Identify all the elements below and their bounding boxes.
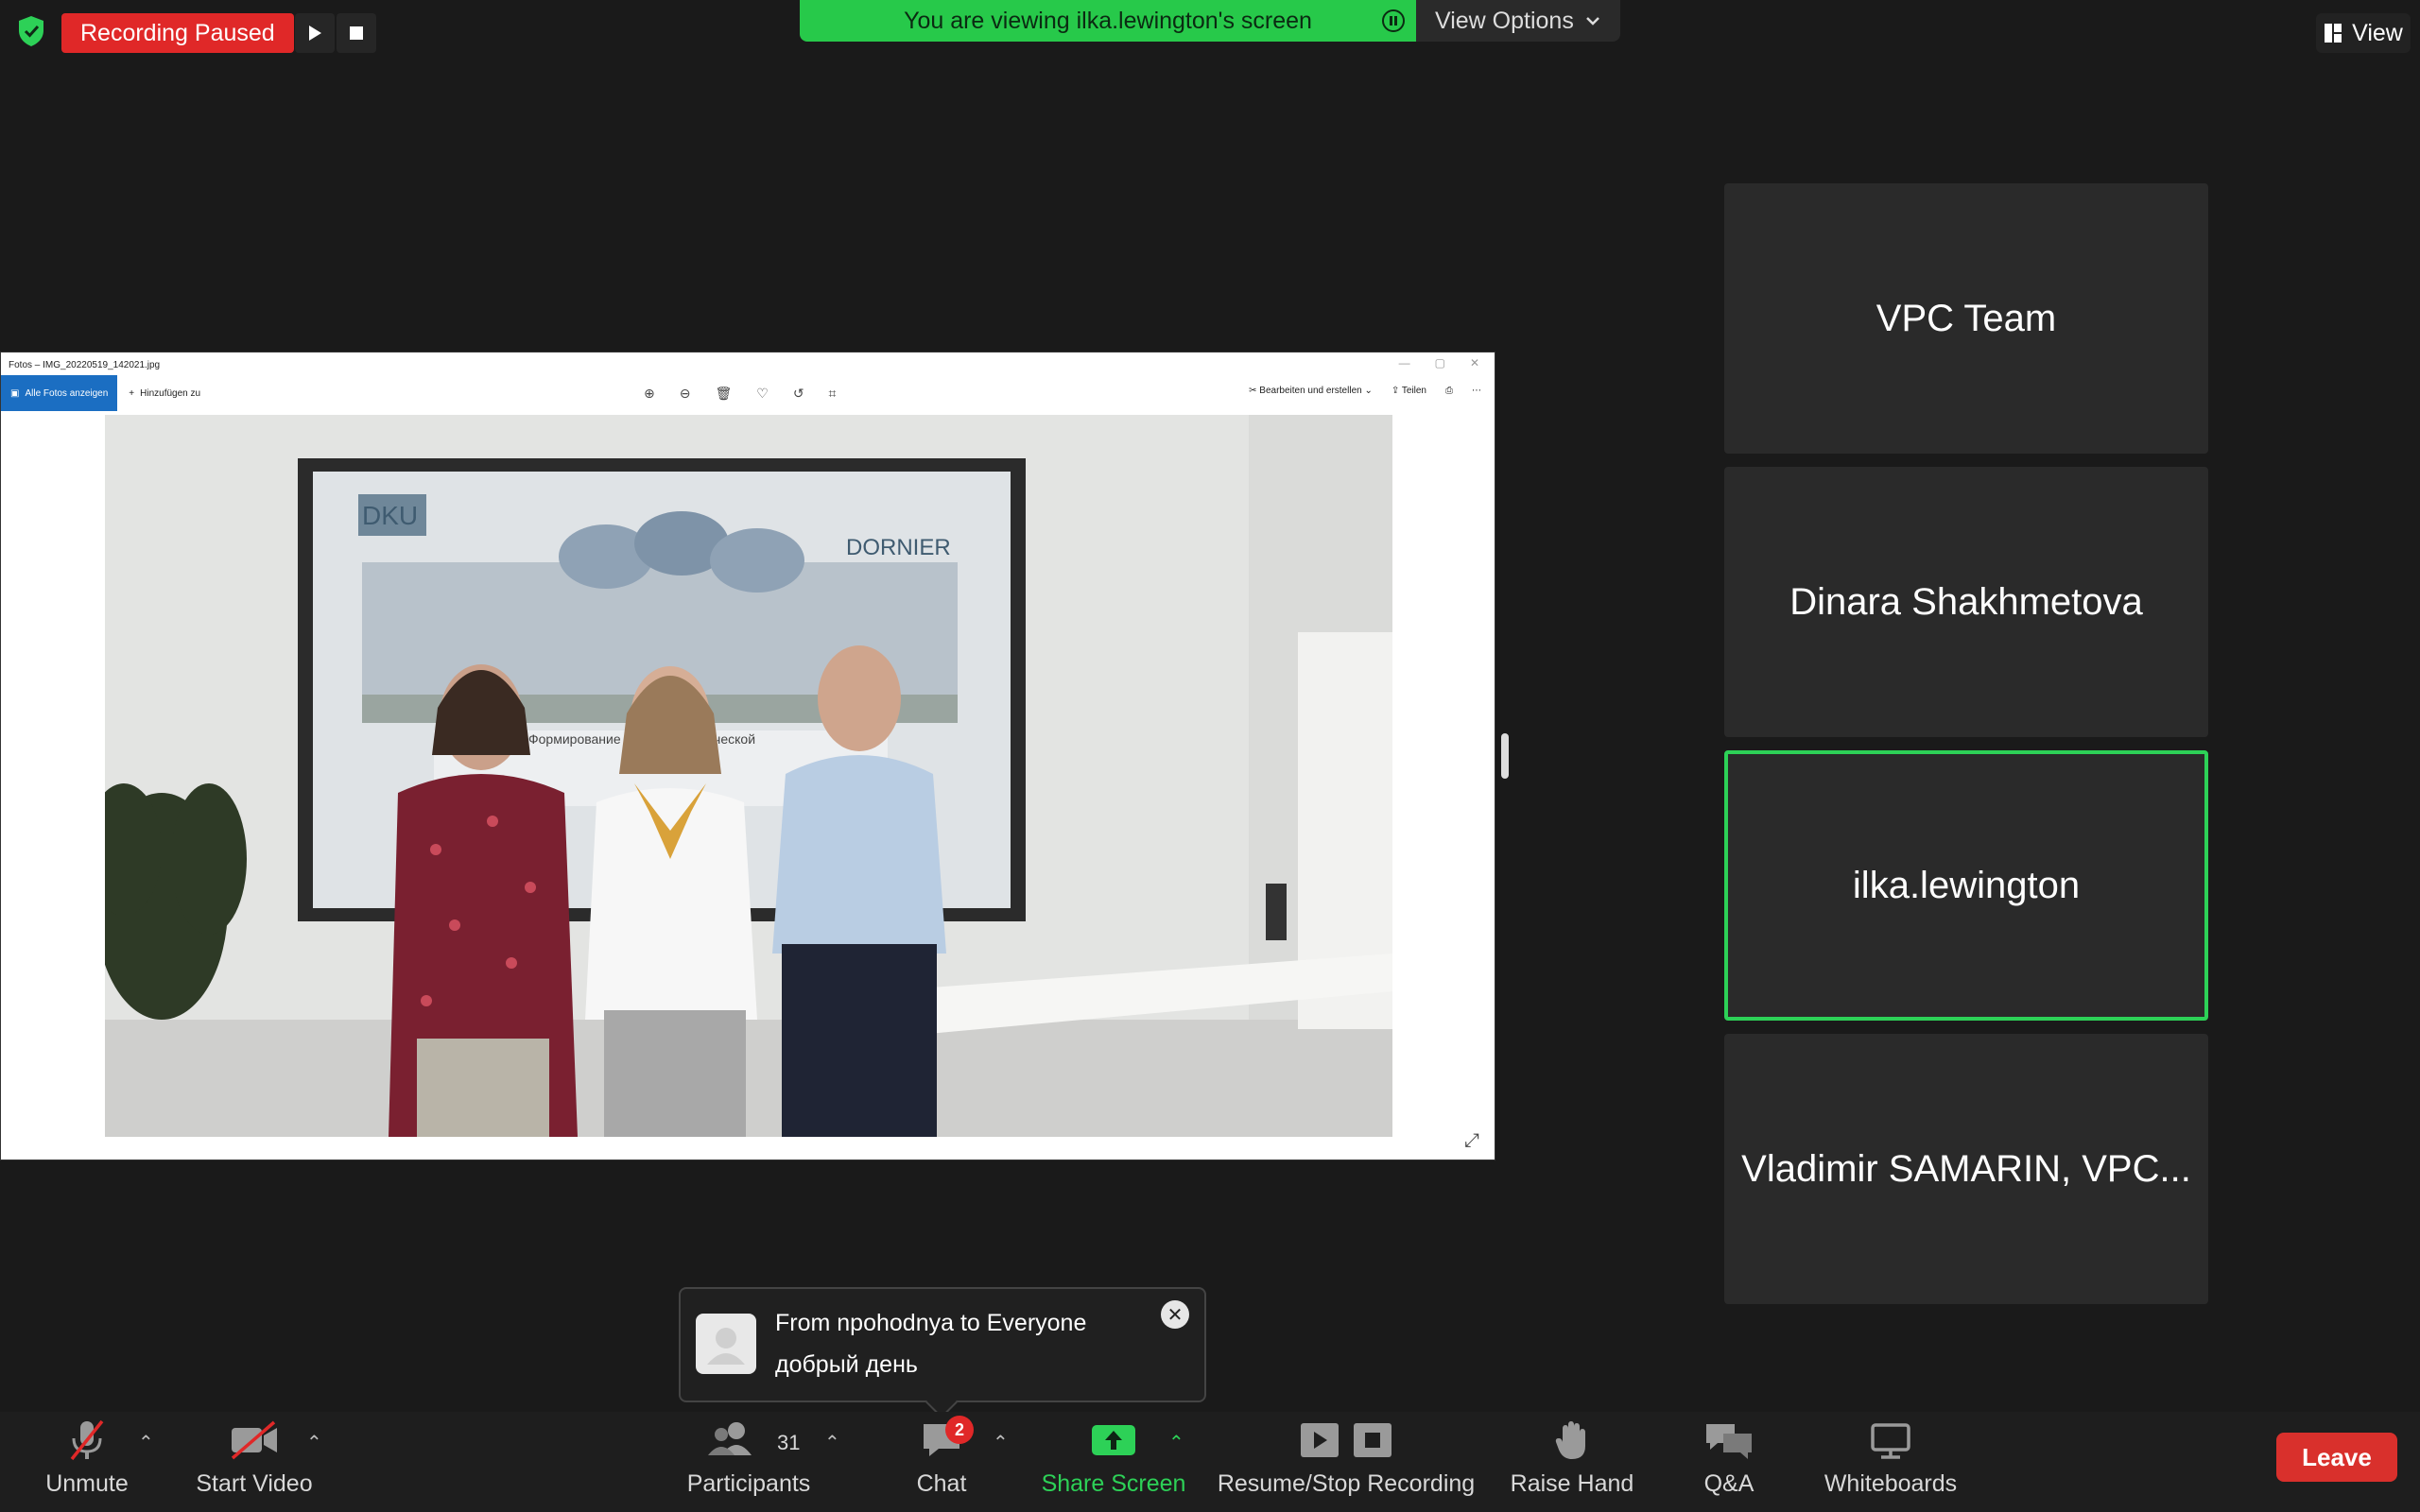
- all-photos-button[interactable]: ▣ Alle Fotos anzeigen: [1, 375, 118, 411]
- plus-icon: +: [129, 387, 135, 399]
- photos-window-titlebar: Fotos – IMG_20220519_142021.jpg — ▢ ✕: [1, 352, 1495, 375]
- photos-icon: ▣: [10, 387, 20, 399]
- close-icon[interactable]: ✕: [1161, 1300, 1189, 1329]
- stop-recording-button[interactable]: [337, 13, 376, 53]
- shared-photo: DKU DORNIER Формирование теплоэнергетиче…: [105, 415, 1392, 1137]
- chat-unread-badge: 2: [945, 1416, 974, 1444]
- crop-icon[interactable]: ⌗: [829, 386, 837, 402]
- edit-create-label: Bearbeiten und erstellen: [1259, 386, 1362, 396]
- recording-label: Resume/Stop Recording: [1217, 1470, 1476, 1497]
- expand-icon[interactable]: ⤢: [1464, 1130, 1479, 1152]
- participants-icon: 31: [706, 1412, 800, 1469]
- video-off-icon: [229, 1412, 280, 1469]
- more-icon[interactable]: ⋯: [1472, 386, 1481, 396]
- resize-handle[interactable]: [1501, 733, 1509, 779]
- chat-message: добрый день: [775, 1351, 918, 1378]
- participants-options-chevron-icon[interactable]: ⌃: [824, 1431, 840, 1454]
- share-options-chevron-icon[interactable]: ⌃: [1168, 1431, 1184, 1454]
- qa-icon: [1704, 1412, 1754, 1469]
- chat-label: Chat: [916, 1470, 967, 1497]
- resume-recording-button[interactable]: [295, 13, 335, 53]
- view-options-label: View Options: [1435, 7, 1574, 34]
- whiteboards-label: Whiteboards: [1824, 1470, 1958, 1497]
- participants-count: 31: [777, 1431, 801, 1454]
- recording-controls-icon: [1300, 1412, 1392, 1469]
- all-photos-label: Alle Fotos anzeigen: [25, 387, 109, 399]
- meeting-toolbar: Unmute ⌃ Start Video ⌃ 31 Participants ⌃: [0, 1412, 2420, 1512]
- participant-name: VPC Team: [1876, 297, 2057, 339]
- hand-icon: [1555, 1412, 1589, 1469]
- viewing-banner-text: You are viewing ilka.lewington's screen: [904, 7, 1312, 34]
- shared-screen: Fotos – IMG_20220519_142021.jpg — ▢ ✕ ▣ …: [0, 352, 1495, 1160]
- participant-name: ilka.lewington: [1852, 864, 2081, 906]
- unmute-button[interactable]: Unmute: [42, 1412, 132, 1512]
- share-button[interactable]: ⇪ Teilen: [1392, 386, 1426, 396]
- video-options-chevron-icon[interactable]: ⌃: [306, 1431, 322, 1454]
- rotate-icon[interactable]: ↺: [793, 386, 804, 402]
- qa-button[interactable]: Q&A: [1686, 1412, 1772, 1512]
- zoom-out-icon[interactable]: ⊖: [680, 386, 691, 402]
- view-options-button[interactable]: View Options: [1416, 0, 1620, 42]
- whiteboards-button[interactable]: Whiteboards: [1817, 1412, 1964, 1512]
- chevron-down-icon: [1585, 17, 1599, 26]
- share-screen-label: Share Screen: [1041, 1470, 1186, 1497]
- view-layout-button[interactable]: View: [2316, 13, 2411, 53]
- photos-toolbar: ▣ Alle Fotos anzeigen + Hinzufügen zu ⊕ …: [1, 375, 1495, 411]
- leave-button[interactable]: Leave: [2276, 1433, 2397, 1482]
- favorite-icon[interactable]: ♡: [756, 386, 769, 402]
- photos-window-title: Fotos – IMG_20220519_142021.jpg: [9, 360, 161, 370]
- encryption-shield-icon[interactable]: [17, 15, 45, 47]
- layout-grid-icon: [2325, 24, 2342, 43]
- add-to-button[interactable]: + Hinzufügen zu: [117, 388, 200, 399]
- raise-hand-button[interactable]: Raise Hand: [1505, 1412, 1639, 1512]
- microphone-muted-icon: [66, 1412, 108, 1469]
- start-video-button[interactable]: Start Video: [193, 1412, 316, 1512]
- chat-notification[interactable]: From npohodnya to Everyone добрый день ✕: [679, 1287, 1206, 1418]
- slide-logo-right: DORNIER: [846, 535, 951, 560]
- participant-tile[interactable]: Vladimir SAMARIN, VPC...: [1724, 1034, 2208, 1304]
- recording-status-label[interactable]: Recording Paused: [61, 13, 294, 53]
- whiteboard-icon: [1870, 1412, 1911, 1469]
- participant-name: Dinara Shakhmetova: [1789, 580, 2143, 623]
- stop-icon: [350, 26, 363, 40]
- chat-sender: From npohodnya to Everyone: [775, 1310, 1087, 1336]
- participants-button[interactable]: 31 Participants: [683, 1412, 815, 1512]
- resume-stop-recording-button[interactable]: Resume/Stop Recording: [1216, 1412, 1477, 1512]
- share-label: Teilen: [1401, 386, 1426, 396]
- participant-name: Vladimir SAMARIN, VPC...: [1741, 1147, 2191, 1190]
- slide-logo-left: DKU: [362, 501, 418, 530]
- start-video-label: Start Video: [196, 1470, 313, 1497]
- participant-tile-active-speaker[interactable]: ilka.lewington: [1724, 750, 2208, 1021]
- pause-share-icon[interactable]: [1382, 9, 1405, 32]
- minimize-icon[interactable]: —: [1399, 356, 1410, 369]
- zoom-in-icon[interactable]: ⊕: [644, 386, 655, 402]
- delete-icon[interactable]: 🗑: [715, 386, 732, 402]
- share-screen-button[interactable]: Share Screen: [1034, 1412, 1193, 1512]
- share-screen-icon: [1090, 1412, 1137, 1469]
- play-icon: [309, 26, 321, 41]
- viewing-screen-banner: You are viewing ilka.lewington's screen: [800, 0, 1416, 42]
- add-to-label: Hinzufügen zu: [140, 387, 201, 399]
- edit-create-button[interactable]: ✂ Bearbeiten und erstellen ⌄: [1249, 386, 1373, 396]
- participants-label: Participants: [686, 1470, 811, 1497]
- close-icon[interactable]: ✕: [1470, 356, 1479, 369]
- qa-label: Q&A: [1703, 1470, 1754, 1497]
- raise-hand-label: Raise Hand: [1510, 1470, 1634, 1497]
- avatar: [696, 1314, 756, 1374]
- unmute-label: Unmute: [45, 1470, 129, 1497]
- maximize-icon[interactable]: ▢: [1435, 356, 1445, 369]
- chat-options-chevron-icon[interactable]: ⌃: [993, 1431, 1009, 1454]
- participant-tile[interactable]: VPC Team: [1724, 183, 2208, 454]
- view-label: View: [2352, 19, 2403, 46]
- participant-tile[interactable]: Dinara Shakhmetova: [1724, 467, 2208, 737]
- print-icon[interactable]: ⎙: [1445, 386, 1453, 396]
- audio-options-chevron-icon[interactable]: ⌃: [138, 1431, 154, 1454]
- chat-button[interactable]: 2 Chat: [898, 1412, 985, 1512]
